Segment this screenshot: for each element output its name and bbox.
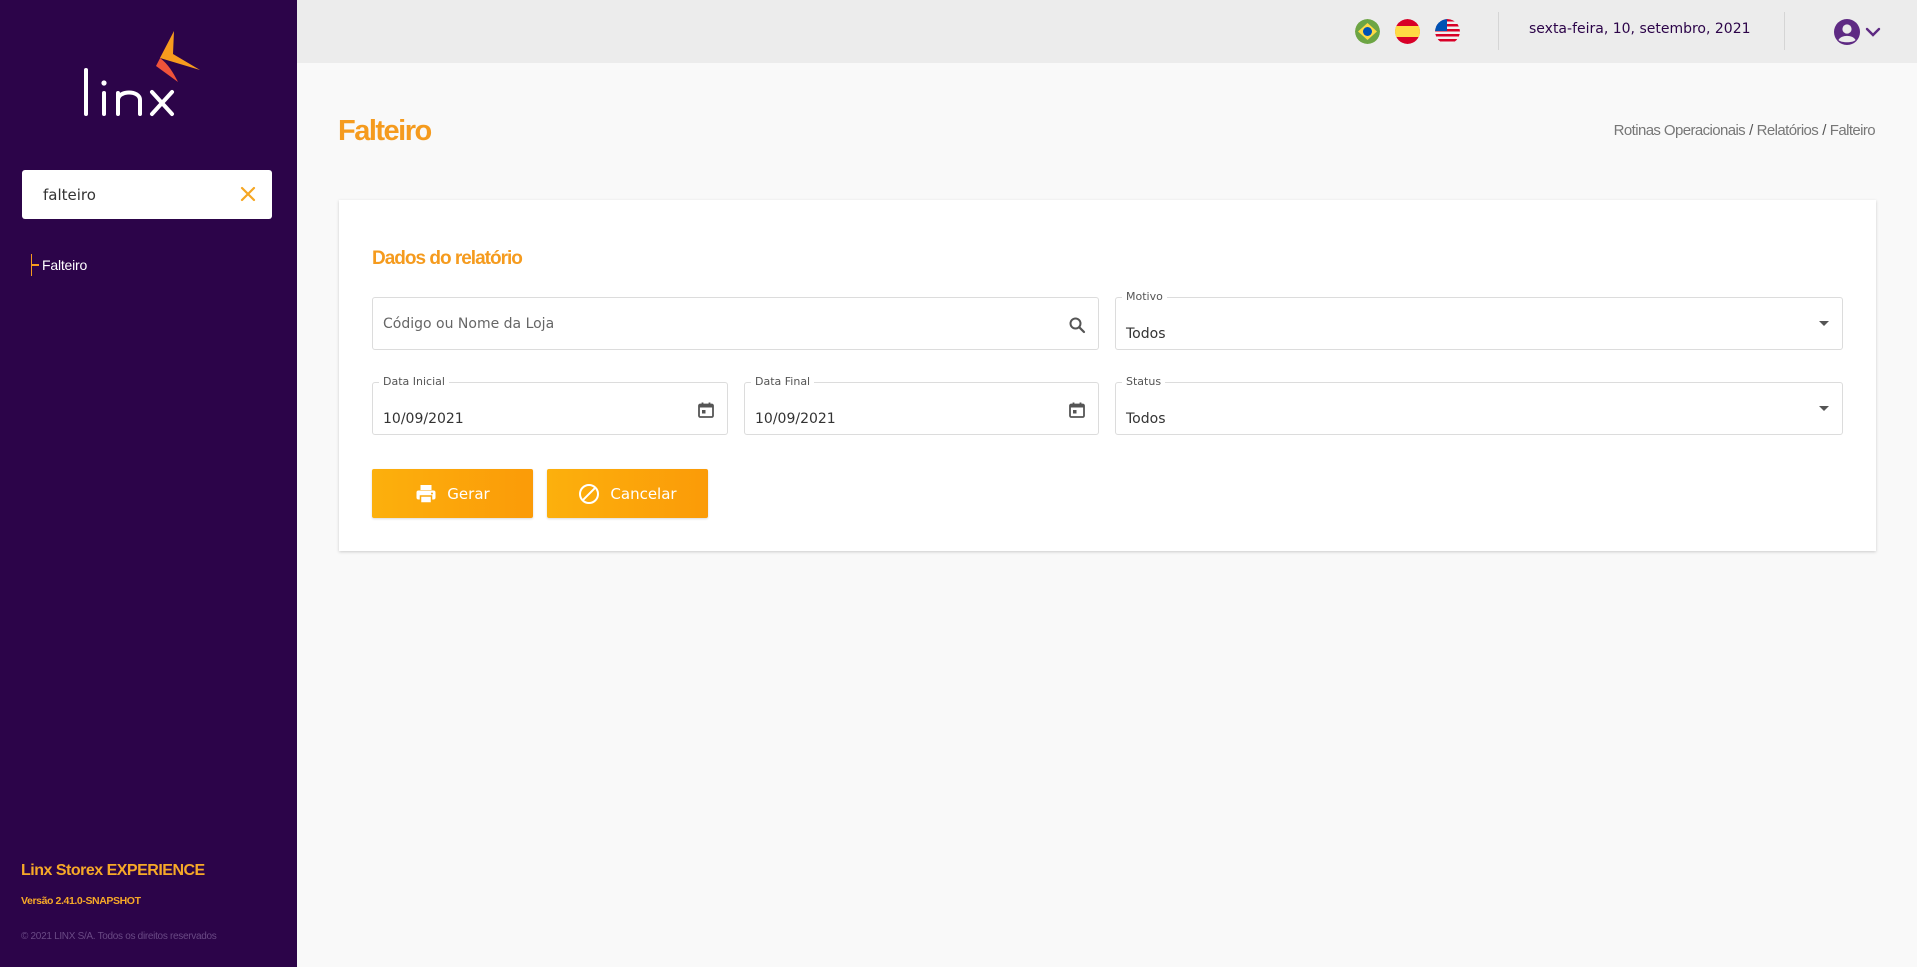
usa-flag-icon[interactable] [1435,19,1460,44]
current-date: sexta-feira, 10, setembro, 2021 [1529,21,1751,37]
brazil-flag-icon[interactable] [1355,19,1380,44]
topbar: sexta-feira, 10, setembro, 2021 [297,0,1917,63]
user-menu[interactable] [1833,17,1885,47]
motivo-label: Motivo [1122,290,1167,303]
breadcrumb-item[interactable]: Rotinas Operacionais [1614,122,1746,139]
search-icon[interactable] [1068,316,1086,334]
topbar-divider [1498,12,1499,50]
sidebar-item-falteiro[interactable]: Falteiro [31,253,87,277]
data-inicial-value: 10/09/2021 [383,411,464,427]
menu-search-box [22,170,272,219]
cancel-button[interactable]: Cancelar [547,469,708,518]
store-search-input[interactable] [373,298,1098,349]
dropdown-arrow-icon [1819,321,1829,326]
generate-button[interactable]: Gerar [372,469,533,518]
breadcrumb-item[interactable]: Falteiro [1830,122,1876,139]
data-final-value: 10/09/2021 [755,411,836,427]
block-icon [578,483,600,505]
user-avatar-icon [1834,19,1860,45]
data-inicial-field[interactable]: Data Inicial 10/09/2021 [372,375,728,435]
clear-icon[interactable] [236,182,260,206]
sidebar-item-label: Falteiro [42,257,88,273]
breadcrumb: Rotinas Operacionais / Relatórios / Falteiro [1614,122,1876,139]
store-search-field [372,297,1099,350]
data-final-label: Data Final [751,375,815,388]
data-inicial-label: Data Inicial [379,375,449,388]
print-icon [415,483,437,505]
data-final-field[interactable]: Data Final 10/09/2021 [744,375,1099,435]
breadcrumb-separator: / [1822,122,1826,139]
report-form-card: Dados do relatório Motivo Todos Data Ini… [339,200,1876,551]
menu-search-input[interactable] [22,170,232,219]
topbar-divider [1784,12,1785,50]
status-value: Todos [1126,411,1166,427]
section-title: Dados do relatório [372,248,523,269]
breadcrumb-separator: / [1749,122,1753,139]
sidebar: Falteiro Linx Storex EXPERIENCE Versão 2… [0,0,297,967]
copyright: © 2021 LINX S/A. Todos os direitos reser… [21,931,217,942]
calendar-icon[interactable] [1068,401,1086,419]
status-select[interactable]: Status Todos [1115,375,1843,435]
spain-flag-icon[interactable] [1395,19,1420,44]
breadcrumb-item[interactable]: Relatórios [1757,122,1819,139]
generate-button-label: Gerar [447,484,490,503]
status-label: Status [1122,375,1166,388]
motivo-select[interactable]: Motivo Todos [1115,290,1843,350]
page-title: Falteiro [338,115,432,147]
app-version: Versão 2.41.0-SNAPSHOT [21,895,141,907]
motivo-value: Todos [1126,326,1166,342]
linx-logo[interactable] [74,30,224,120]
app-name: Linx Storex EXPERIENCE [21,862,205,879]
chevron-down-icon [1865,27,1881,37]
calendar-icon[interactable] [697,401,715,419]
tree-line-icon [31,254,40,276]
dropdown-arrow-icon [1819,406,1829,411]
cancel-button-label: Cancelar [610,484,677,503]
